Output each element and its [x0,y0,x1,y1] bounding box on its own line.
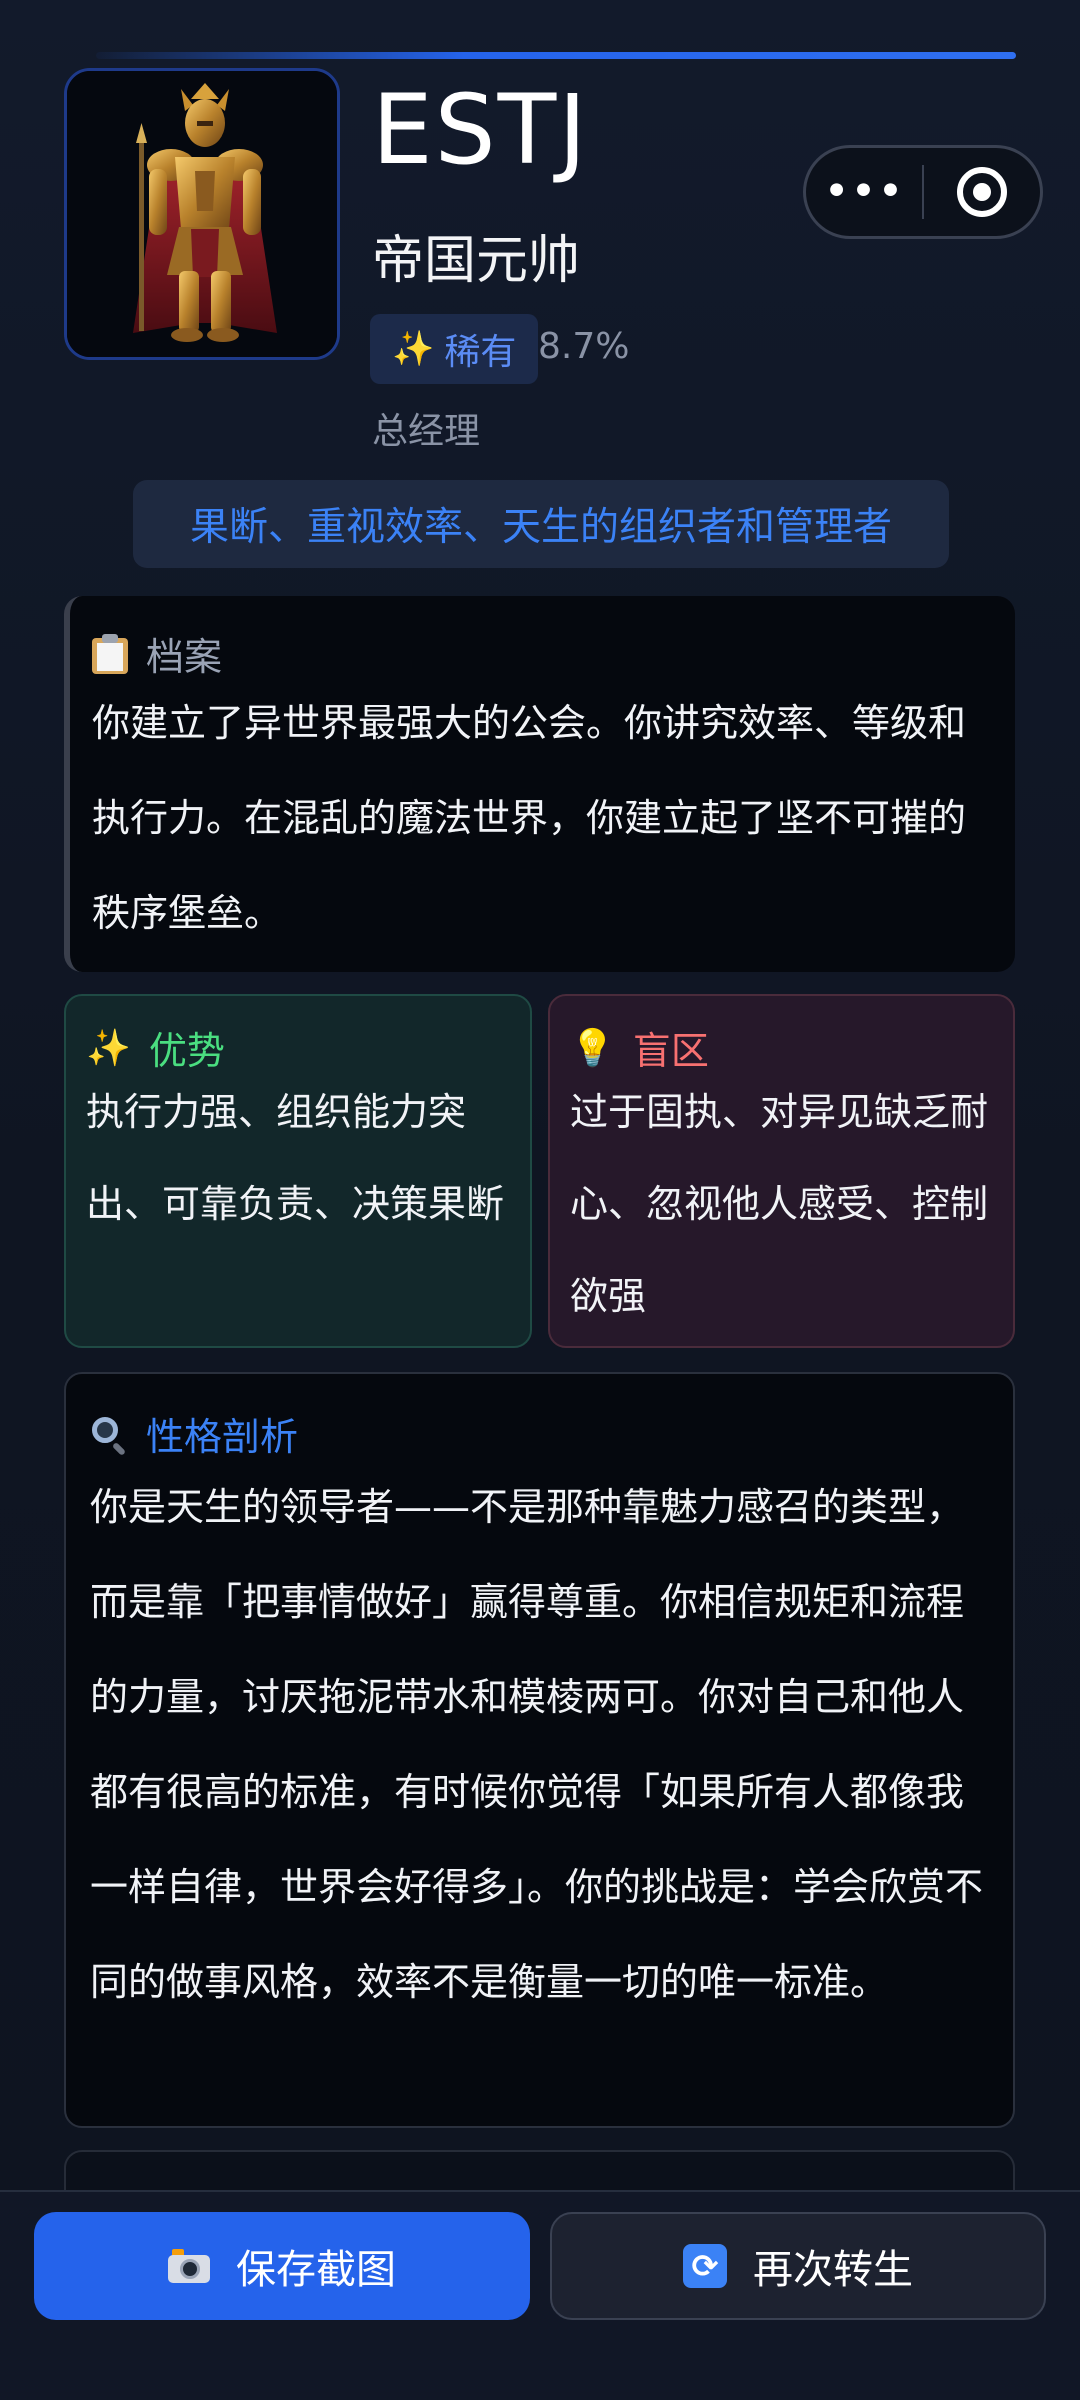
sparkle-icon: ✨ [86,1027,131,1069]
blindspots-text: 过于固执、对异见缺乏耐心、忽视他人感受、控制欲强 [570,1090,989,1318]
profile-title: 档案 [146,635,223,679]
save-button-label: 保存截图 [236,2247,396,2293]
clipboard-icon [92,633,128,674]
character-title: 帝国元帅 [372,231,581,291]
progress-line [96,52,1016,59]
analysis-title: 性格剖析 [146,1415,299,1459]
reroll-button[interactable]: ⟳ 再次转生 [550,2212,1046,2320]
profile-card-header: 档案 [92,626,222,681]
miniprogram-capsule: ••• [803,145,1043,239]
reroll-button-label: 再次转生 [753,2247,913,2293]
rarity-label: 稀有 [444,332,517,373]
profile-card: 档案 你建立了异世界最强大的公会。你讲究效率、等级和执行力。在混乱的魔法世界，你… [64,596,1015,972]
analysis-text: 你是天生的领导者——不是那种靠魅力感召的类型，而是靠「把事情做好」赢得尊重。你相… [90,1485,984,2004]
strengths-text: 执行力强、组织能力突出、可靠负责、决策果断 [86,1090,505,1226]
lightbulb-icon: 💡 [570,1027,615,1069]
more-icon[interactable]: ••• [806,170,922,214]
tagline: 果断、重视效率、天生的组织者和管理者 [133,480,949,568]
blindspots-card: 💡 盲区 过于固执、对异见缺乏耐心、忽视他人感受、控制欲强 [548,994,1015,1348]
save-screenshot-button[interactable]: 保存截图 [34,2212,530,2320]
camera-icon [168,2249,210,2283]
sparkle-icon: ✨ [392,329,435,369]
analysis-card: 性格剖析 你是天生的领导者——不是那种靠魅力感召的类型，而是靠「把事情做好」赢得… [64,1372,1015,2128]
role-subtitle: 总经理 [372,411,481,452]
analysis-header: 性格剖析 [90,1406,298,1461]
rarity-badge: ✨ 稀有 [370,314,539,384]
result-page: ESTJ 帝国元帅 ✨ 稀有 8.7% 总经理 ••• 果断、重视效率、天生的组… [0,0,1080,2400]
mbti-type-code: ESTJ [372,74,589,186]
refresh-icon: ⟳ [683,2244,727,2288]
rarity-percent: 8.7% [538,326,630,367]
character-avatar [64,68,340,360]
golden-knight-illustration [67,71,337,357]
close-miniprogram-icon[interactable] [924,167,1040,217]
magnifier-icon [90,1415,128,1456]
strengths-card: ✨ 优势 执行力强、组织能力突出、可靠负责、决策果断 [64,994,532,1348]
profile-text: 你建立了异世界最强大的公会。你讲究效率、等级和执行力。在混乱的魔法世界，你建立起… [92,701,967,935]
